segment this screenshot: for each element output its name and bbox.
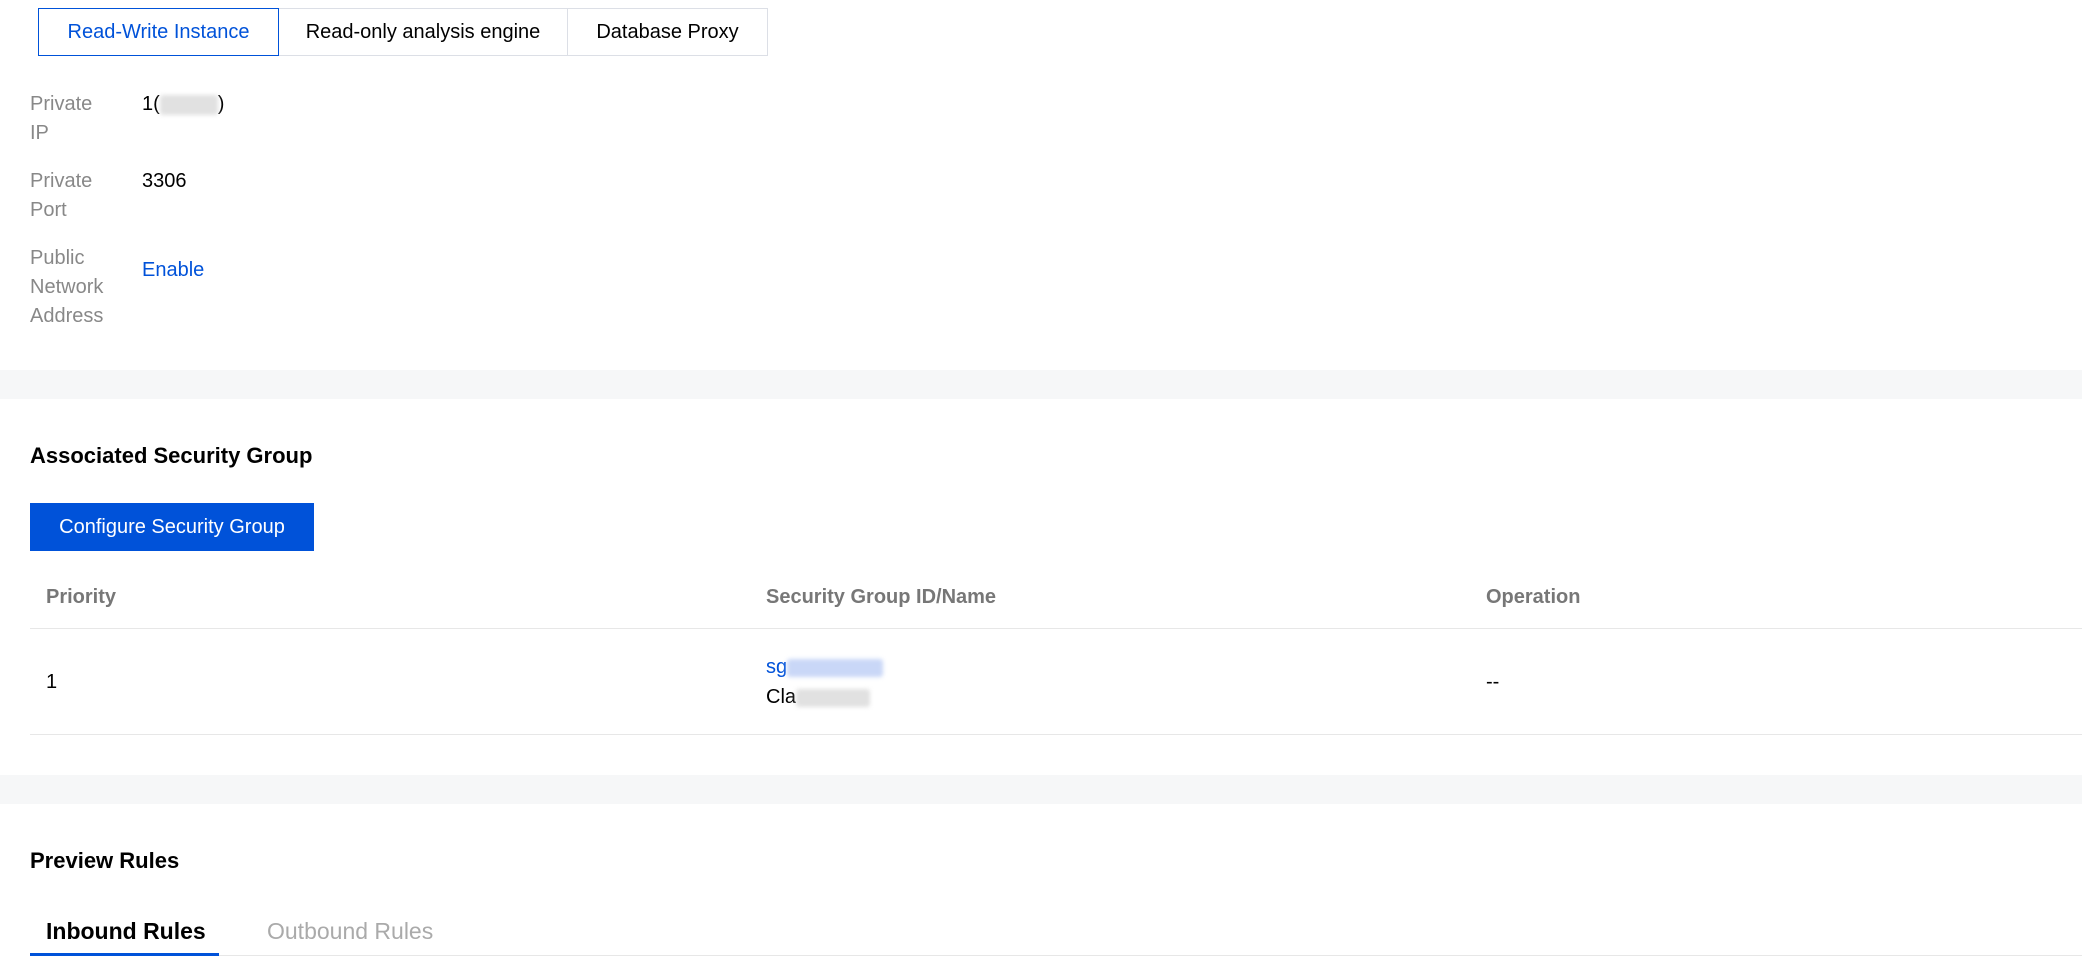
- tab-read-only-analysis-engine[interactable]: Read-only analysis engine: [279, 8, 568, 56]
- section-divider: [0, 370, 2082, 399]
- enable-public-address-link[interactable]: Enable: [142, 256, 204, 285]
- priority-cell: 1: [46, 671, 58, 693]
- security-group-name: Cla: [766, 683, 871, 712]
- table-header-divider: [30, 628, 2082, 629]
- column-header-priority: Priority: [46, 586, 117, 608]
- column-header-security-group: Security Group ID/Name: [766, 586, 997, 608]
- active-tab-indicator: [30, 953, 219, 956]
- instance-type-tabs: Read-Write Instance Read-only analysis e…: [38, 8, 768, 56]
- private-port-value: 3306: [142, 170, 187, 192]
- tab-inbound-rules[interactable]: Inbound Rules: [46, 918, 206, 945]
- operation-cell: --: [1486, 671, 1500, 693]
- private-port-label: Private Port: [30, 170, 93, 221]
- rules-tabs-divider: [30, 955, 2082, 956]
- redacted-sg-name-blur: [796, 688, 871, 707]
- column-header-operation: Operation: [1486, 586, 1581, 608]
- redacted-ip-blur: [159, 94, 218, 115]
- public-address-label: Public Network Address: [30, 247, 104, 327]
- preview-rules-title: Preview Rules: [30, 848, 180, 873]
- tab-database-proxy[interactable]: Database Proxy: [568, 8, 768, 56]
- table-row-divider: [30, 734, 2082, 735]
- security-group-id-link[interactable]: sg: [766, 653, 884, 682]
- private-ip-value: 1(): [142, 93, 225, 115]
- private-ip-label: Private IP: [30, 93, 93, 144]
- configure-security-group-button[interactable]: Configure Security Group: [30, 503, 314, 551]
- section-divider: [0, 775, 2082, 804]
- tab-outbound-rules[interactable]: Outbound Rules: [267, 918, 433, 945]
- tab-read-write-instance[interactable]: Read-Write Instance: [38, 8, 279, 56]
- redacted-sg-id-blur: [787, 658, 884, 677]
- security-group-title: Associated Security Group: [30, 443, 313, 468]
